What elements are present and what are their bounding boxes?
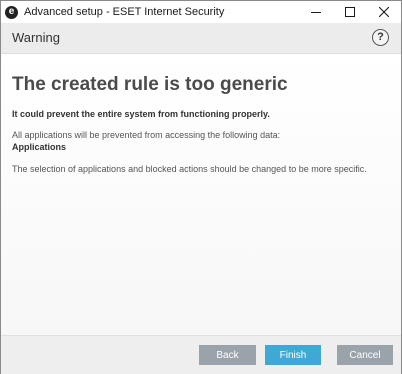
- close-button[interactable]: [367, 1, 401, 23]
- warning-heading: The created rule is too generic: [12, 74, 288, 95]
- dialog-footer: Back Finish Cancel: [1, 335, 401, 374]
- dialog-window: e Advanced setup - ESET Internet Securit…: [0, 0, 402, 374]
- logo-letter: e: [8, 6, 15, 17]
- advice-text: The selection of applications and blocke…: [12, 164, 367, 174]
- window-controls: [299, 1, 401, 23]
- help-symbol: ?: [377, 31, 384, 43]
- header-title: Warning: [12, 30, 60, 45]
- window-title: Advanced setup - ESET Internet Security: [24, 6, 225, 18]
- info-text: All applications will be prevented from …: [12, 130, 281, 140]
- finish-button[interactable]: Finish: [265, 345, 321, 365]
- warning-subheading: It could prevent the entire system from …: [12, 109, 270, 119]
- dialog-header: Warning ?: [1, 23, 401, 54]
- back-button[interactable]: Back: [199, 345, 256, 365]
- close-icon: [379, 7, 389, 17]
- eset-logo-icon: e: [5, 5, 18, 19]
- cancel-button[interactable]: Cancel: [337, 345, 393, 365]
- minimize-button[interactable]: [299, 1, 333, 23]
- help-icon[interactable]: ?: [372, 29, 389, 46]
- title-bar[interactable]: e Advanced setup - ESET Internet Securit…: [1, 1, 401, 23]
- dialog-content: The created rule is too generic It could…: [1, 54, 401, 335]
- info-value: Applications: [12, 142, 67, 152]
- maximize-button[interactable]: [333, 1, 367, 23]
- maximize-icon: [345, 7, 355, 17]
- minimize-icon: [311, 12, 321, 13]
